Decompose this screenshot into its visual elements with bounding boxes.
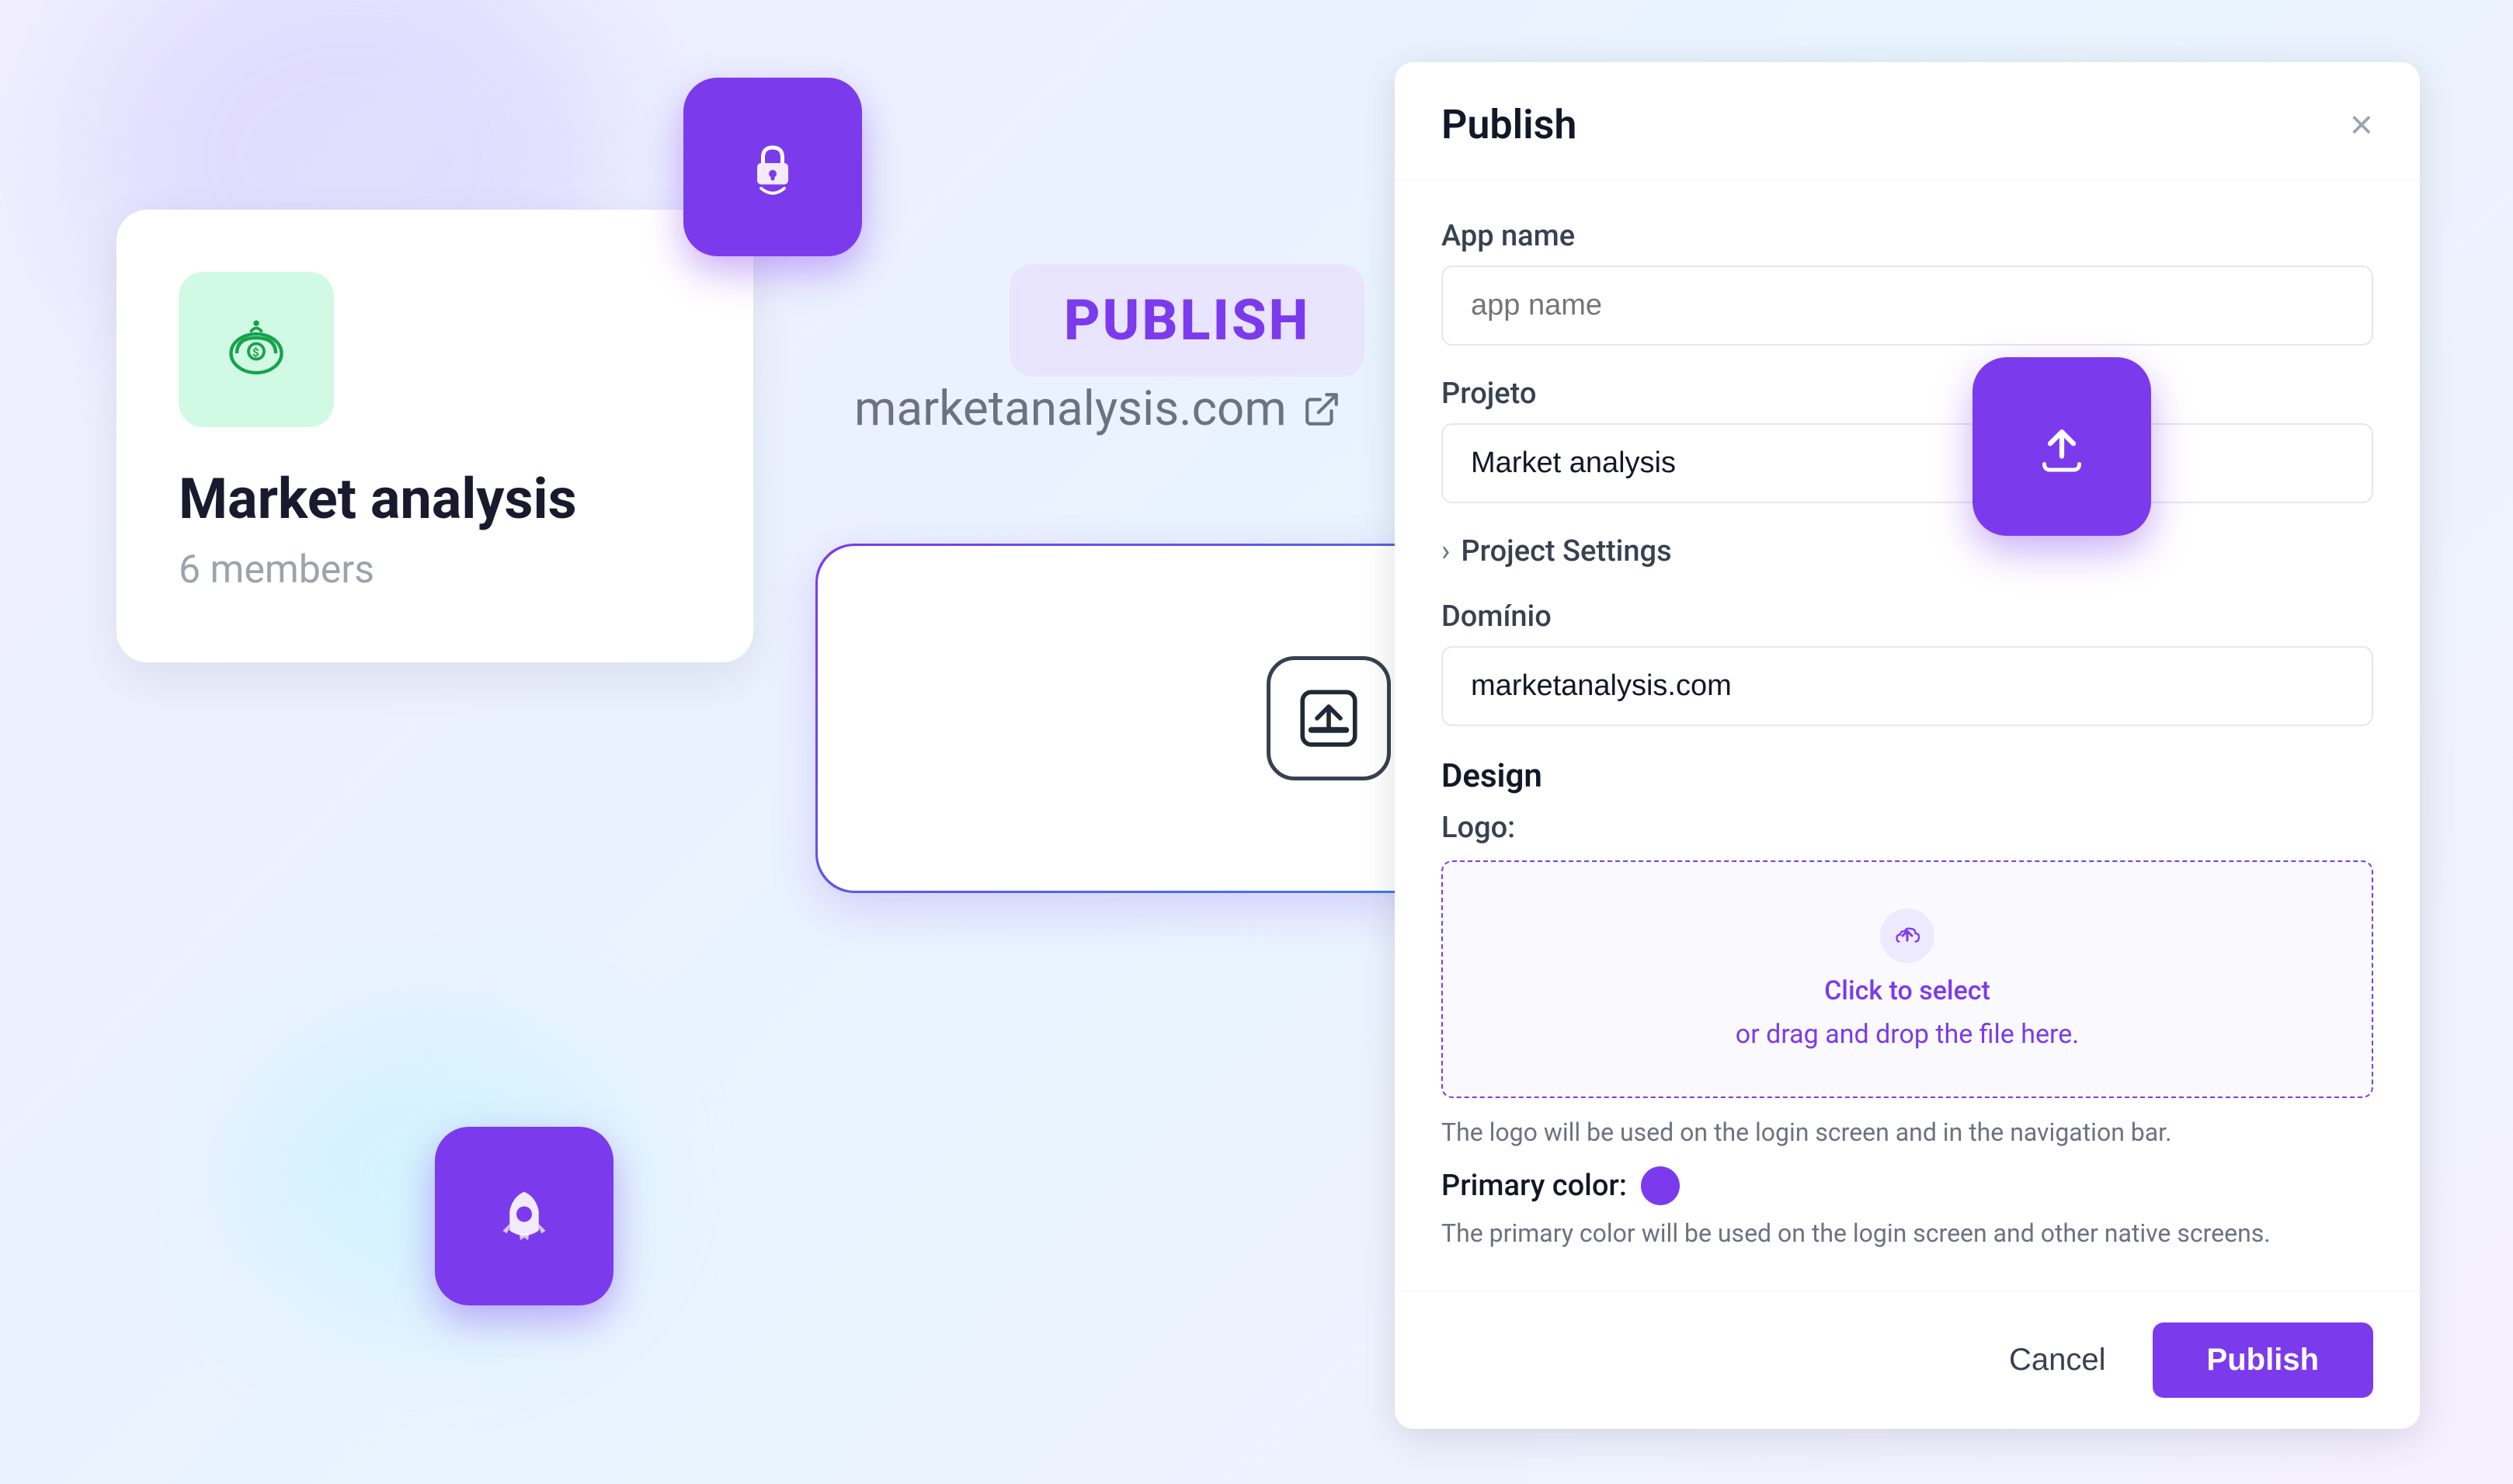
project-members: 6 members <box>179 547 691 593</box>
primary-color-label: Primary color: <box>1441 1169 1627 1203</box>
project-card: $ Market analysis 6 members <box>116 210 753 662</box>
logo-label: Logo: <box>1441 811 2373 845</box>
publish-badge-text: PUBLISH <box>1064 287 1310 353</box>
primary-color-hint: The primary color will be used on the lo… <box>1441 1215 2373 1252</box>
close-button[interactable]: × <box>2350 105 2373 145</box>
dominio-label: Domínio <box>1441 600 2373 634</box>
logo-hint: The logo will be used on the login scree… <box>1441 1114 2373 1151</box>
project-settings-row[interactable]: › Project Settings <box>1441 534 2373 568</box>
design-section: Design Logo: Click to select or drag and… <box>1441 757 2373 1252</box>
domain-text: marketanalysis.com <box>854 381 1287 437</box>
primary-color-swatch[interactable] <box>1641 1166 1680 1205</box>
projeto-input[interactable] <box>1441 423 2373 503</box>
project-title: Market analysis <box>179 466 691 532</box>
upload-click-text: Click to select <box>1824 975 1990 1006</box>
upload-cloud-icon <box>1880 909 1934 963</box>
projeto-label: Projeto <box>1441 377 2373 411</box>
dominio-input[interactable] <box>1441 646 2373 726</box>
panel-header: Publish × <box>1395 62 2420 180</box>
app-name-field-group: App name <box>1441 219 2373 346</box>
publish-badge: PUBLISH <box>1010 264 1364 377</box>
panel-footer: Cancel Publish <box>1395 1291 2420 1429</box>
card-icon: $ <box>179 272 334 427</box>
svg-text:$: $ <box>252 346 259 360</box>
primary-color-label-row: Primary color: <box>1441 1166 2373 1205</box>
panel-title: Publish <box>1441 101 1576 148</box>
tray-arrow-up-icon <box>1294 683 1364 753</box>
upload-drop-text: or drag and drop the file here. <box>1736 1019 2079 1050</box>
publish-submit-button[interactable]: Publish <box>2153 1322 2373 1398</box>
projeto-field-group: Projeto <box>1441 377 2373 503</box>
project-settings-label: Project Settings <box>1461 534 1671 568</box>
panel-body: App name Projeto › Project Settings Domí… <box>1395 180 2420 1291</box>
external-link-icon <box>1302 390 1341 429</box>
primary-color-section: Primary color: The primary color will be… <box>1441 1166 2373 1252</box>
cancel-button[interactable]: Cancel <box>1986 1327 2129 1393</box>
app-name-input[interactable] <box>1441 266 2373 346</box>
dominio-field-group: Domínio <box>1441 600 2373 726</box>
logo-upload-area[interactable]: Click to select or drag and drop the fil… <box>1441 860 2373 1098</box>
publish-panel: Publish × App name Projeto › Project Set… <box>1395 62 2420 1429</box>
floating-icon-bottom <box>435 1127 613 1305</box>
publish-icon-box <box>1267 656 1391 780</box>
design-label: Design <box>1441 757 2373 795</box>
floating-upload-icon <box>1973 357 2151 536</box>
floating-icon-top <box>683 78 862 256</box>
chevron-right-icon: › <box>1441 534 1450 568</box>
app-name-label: App name <box>1441 219 2373 253</box>
domain-row: marketanalysis.com <box>854 381 1341 437</box>
